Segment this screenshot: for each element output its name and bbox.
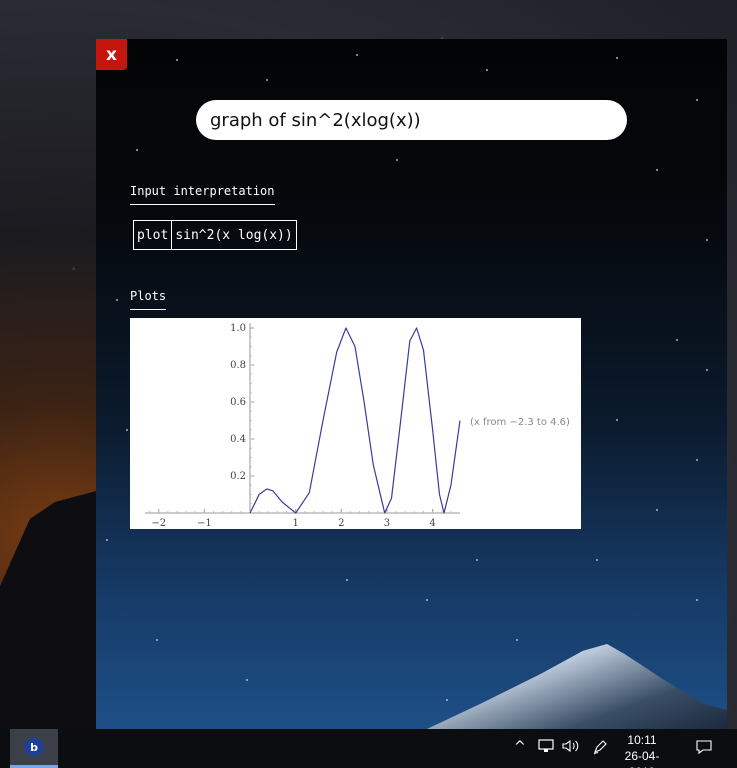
y-tick-label: 1.0 [230, 323, 246, 334]
taskbar-clock[interactable]: 10:11 26-04-2019 [612, 732, 672, 768]
x-tick-label: 1 [292, 518, 298, 529]
plot-range-note: (x from −2.3 to 4.6) [470, 417, 570, 428]
star [346, 579, 348, 581]
star [656, 509, 658, 511]
star [486, 69, 488, 71]
volume-icon[interactable] [562, 739, 580, 757]
table-row: plot sin^2(x log(x)) [132, 220, 297, 250]
clock-date: 26-04-2019 [624, 749, 660, 768]
plot-image: −2 −1 1 2 3 4 0.2 0.4 0.6 0.8 1.0 (x from −2.3 to 4… [130, 318, 581, 529]
interpretation-cell-plot: plot [132, 220, 173, 250]
star [696, 99, 698, 101]
plot-svg: −2 −1 1 2 3 4 0.2 0.4 0.6 0.8 1.0 (x from −2.3 to 4… [145, 323, 570, 529]
x-tick-label: −1 [197, 518, 212, 529]
close-button[interactable]: x [96, 39, 127, 70]
star [706, 369, 708, 371]
star [106, 539, 108, 541]
y-tick-label: 0.8 [230, 360, 246, 371]
star [126, 429, 128, 431]
star [656, 169, 658, 171]
star [266, 79, 268, 81]
star [616, 419, 618, 421]
pod-title-plots: Plots [130, 289, 167, 310]
star [696, 459, 698, 461]
interpretation-cell-function: sin^2(x log(x)) [171, 220, 297, 250]
chevron-up-icon[interactable]: ^ [514, 739, 526, 755]
x-tick-label: 2 [338, 518, 344, 529]
star [696, 599, 698, 601]
star [246, 679, 248, 681]
x-tick-label: −2 [151, 518, 166, 529]
star [446, 699, 448, 701]
y-tick-label: 0.2 [230, 471, 246, 482]
star [356, 54, 358, 56]
star [116, 299, 118, 301]
x-tick-label: 4 [429, 518, 435, 529]
star [396, 159, 398, 161]
app-logo-icon: b [25, 737, 43, 757]
star [176, 59, 178, 61]
network-icon[interactable] [538, 739, 554, 757]
star [676, 339, 678, 341]
y-tick-label: 0.6 [230, 397, 246, 408]
snow-mountain [427, 644, 727, 729]
taskbar: b ^ 10:11 26-04-2019 [0, 729, 737, 768]
notification-icon[interactable] [696, 739, 712, 759]
star [516, 639, 518, 641]
star [616, 57, 618, 59]
star [136, 149, 138, 151]
clock-time: 10:11 [627, 733, 657, 747]
y-tick-label: 0.4 [230, 434, 246, 445]
pod-title-input-interpretation: Input interpretation [130, 184, 275, 205]
star [156, 639, 158, 641]
series-line [249, 327, 461, 514]
interpretation-table: plot sin^2(x log(x)) [132, 220, 297, 250]
x-tick-label: 3 [384, 518, 390, 529]
star [476, 559, 478, 561]
app-window: x Input interpretation plot sin^2(x log(… [96, 39, 727, 729]
query-input[interactable] [196, 100, 627, 140]
star [706, 239, 708, 241]
star [596, 559, 598, 561]
pen-icon[interactable] [592, 739, 608, 759]
star [426, 599, 428, 601]
taskbar-app-button[interactable]: b [10, 729, 58, 768]
